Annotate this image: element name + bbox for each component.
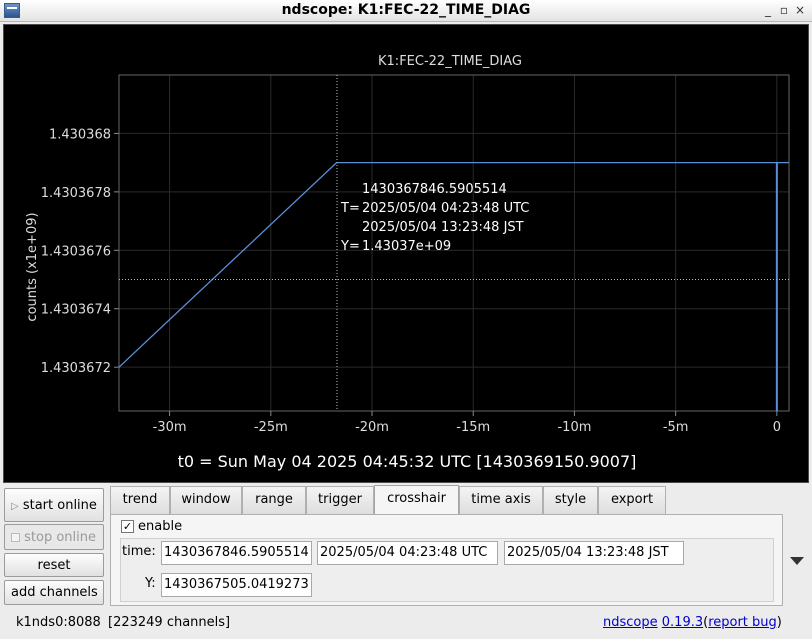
tab-range[interactable]: range <box>242 486 306 514</box>
tab-export[interactable]: export <box>598 486 666 514</box>
y-value-field[interactable]: 1430367505.0419273 <box>161 573 312 597</box>
control-panel: ▷ start online stop online reset add cha… <box>0 484 812 639</box>
series-layer <box>118 162 789 411</box>
title-bar: ndscope: K1:FEC-22_TIME_DIAG _ ▫ × <box>0 0 812 22</box>
enable-label: enable <box>138 519 183 534</box>
stop-checkbox-icon <box>11 532 20 542</box>
crosshair-y-value: 1.43037e+09 <box>362 239 451 254</box>
tab-crosshair[interactable]: crosshair <box>374 485 459 516</box>
enable-checkbox[interactable]: ✓ <box>121 520 134 533</box>
time-label: time: <box>122 544 156 559</box>
crosshair-readout: 1430367846.5905514 T= 2025/05/04 04:23:4… <box>340 182 529 254</box>
y-label: Y: <box>145 576 156 591</box>
add-channels-button[interactable]: add channels <box>4 580 104 605</box>
y-tick-label: 1.430368 <box>49 127 111 142</box>
y-tick-label: 1.4303672 <box>41 361 111 376</box>
version-info: ndscope 0.19.3(report bug) <box>603 615 782 630</box>
window-title: ndscope: K1:FEC-22_TIME_DIAG <box>281 2 531 18</box>
channel-count: [223249 channels] <box>108 615 231 630</box>
stop-online-label: stop online <box>24 529 97 545</box>
x-tick-label: 0 <box>773 420 781 435</box>
plot-canvas[interactable]: -30m -25m -20m -15m -10m -5m 0 1.4303672 1.43036… <box>4 25 810 484</box>
time-utc-field[interactable]: 2025/05/04 04:23:48 UTC <box>317 541 498 565</box>
tab-trigger[interactable]: trigger <box>306 486 374 514</box>
crosshair-y-label: Y= <box>340 239 360 254</box>
tab-window[interactable]: window <box>170 486 242 514</box>
plot-area[interactable]: -30m -25m -20m -15m -10m -5m 0 1.4303672 1.43036… <box>3 24 809 483</box>
tick-labels: -30m -25m -20m -15m -10m -5m 0 1.4303672 1.43036… <box>41 127 781 435</box>
start-online-button[interactable]: ▷ start online <box>4 488 104 522</box>
paren-close: ) <box>776 615 782 630</box>
maximize-icon[interactable]: ▫ <box>777 3 791 17</box>
x-tick-label: -10m <box>557 420 591 435</box>
y-axis-label: counts (x1e+09) <box>25 212 40 321</box>
server-status: k1nds0:8088 <box>16 615 101 630</box>
close-icon[interactable]: × <box>793 3 807 17</box>
minimize-icon[interactable]: _ <box>761 3 775 17</box>
crosshair-utc: 2025/05/04 04:23:48 UTC <box>362 201 529 216</box>
version-link[interactable]: 0.19.3 <box>662 615 703 630</box>
time-gps-field[interactable]: 1430367846.5905514 <box>161 541 312 565</box>
y-tick-label: 1.4303674 <box>41 303 111 318</box>
y-tick-label: 1.4303676 <box>41 244 111 259</box>
x-tick-label: -30m <box>153 420 187 435</box>
crosshair-gps: 1430367846.5905514 <box>362 182 507 197</box>
plot-title: K1:FEC-22_TIME_DIAG <box>378 54 522 69</box>
x-tick-label: -20m <box>355 420 389 435</box>
x-tick-label: -5m <box>663 420 689 435</box>
crosshair-t-label: T= <box>340 201 360 216</box>
report-bug-link[interactable]: report bug <box>708 615 777 630</box>
tab-trend[interactable]: trend <box>110 486 170 514</box>
time-jst-field[interactable]: 2025/05/04 13:23:48 JST <box>504 541 684 565</box>
crosshair-jst: 2025/05/04 13:23:48 JST <box>362 220 524 235</box>
ndscope-link[interactable]: ndscope <box>603 615 658 630</box>
reset-button[interactable]: reset <box>4 553 104 577</box>
plot-grid <box>119 75 789 411</box>
y-tick-label: 1.4303678 <box>41 186 111 201</box>
tab-time-axis[interactable]: time axis <box>459 486 543 514</box>
stop-online-button[interactable]: stop online <box>4 524 104 550</box>
x-tick-label: -25m <box>254 420 288 435</box>
expand-triangle-icon[interactable] <box>790 557 804 565</box>
t0-label: t0 = Sun May 04 2025 04:45:32 UTC [14303… <box>178 452 637 471</box>
x-tick-label: -15m <box>456 420 490 435</box>
start-online-label: start online <box>22 497 97 513</box>
crosshair <box>119 75 789 411</box>
axes-frame <box>118 74 790 412</box>
tab-style[interactable]: style <box>543 486 598 514</box>
play-icon: ▷ <box>11 500 19 512</box>
